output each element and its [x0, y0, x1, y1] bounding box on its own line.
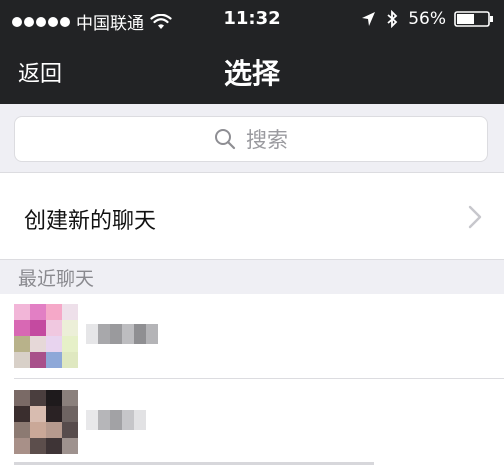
recent-chat-list	[0, 294, 504, 468]
location-arrow-icon	[362, 12, 376, 26]
chevron-right-icon	[468, 205, 482, 229]
create-new-chat-label: 创建新的聊天	[24, 209, 157, 234]
contact-name-blurred	[86, 324, 158, 344]
row-divider	[14, 378, 504, 379]
section-title: 最近聊天	[18, 268, 95, 290]
recent-chats-header: 最近聊天	[0, 260, 504, 294]
battery-icon	[454, 11, 493, 27]
create-new-chat-row[interactable]: 创建新的聊天	[0, 172, 504, 260]
search-input[interactable]: 搜索	[14, 116, 488, 162]
battery-percent: 56%	[408, 9, 446, 29]
search-bar-container: 搜索	[0, 104, 504, 172]
contact-name-blurred	[86, 410, 146, 430]
page-title: 选择	[223, 57, 280, 90]
bluetooth-icon	[387, 10, 398, 28]
status-bar: 中国联通 11:32 56%	[0, 0, 504, 40]
list-item[interactable]	[0, 294, 504, 380]
avatar	[14, 304, 78, 368]
status-right: 56%	[360, 9, 494, 29]
app-header: 中国联通 11:32 56% 返回 选择	[0, 0, 504, 104]
navigation-bar: 返回 选择	[0, 40, 504, 104]
scroll-indicator	[14, 462, 374, 465]
list-item[interactable]	[0, 380, 504, 466]
avatar	[14, 390, 78, 454]
search-icon	[215, 129, 236, 150]
search-placeholder: 搜索	[246, 128, 288, 152]
